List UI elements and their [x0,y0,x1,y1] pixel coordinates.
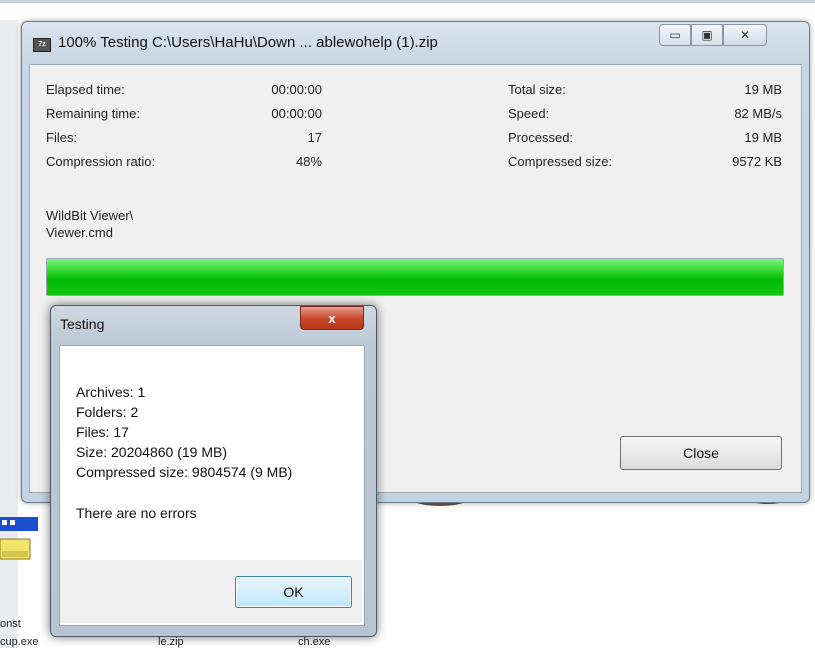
current-folder: WildBit Viewer\ [46,208,134,223]
dialog-title: Testing [60,316,105,332]
desktop-label: onst [0,618,21,630]
summary-compressed-size: Compressed size: 9804574 (9 MB) [76,464,293,480]
remaining-time-value: 00:00:00 [271,106,322,121]
compression-ratio-label: Compression ratio: [46,154,156,169]
progress-bar [46,258,784,296]
close-button[interactable]: Close [620,436,782,470]
window-title: 100% Testing C:\Users\HaHu\Down ... able… [58,34,438,51]
top-border [0,0,815,3]
desktop-label: ch.exe [298,636,331,648]
files-value: 17 [307,130,322,145]
compression-ratio-value: 48% [295,154,322,169]
total-size-label: Total size: [508,82,566,97]
minimize-icon: ▭ [669,28,681,42]
caption-buttons: ▭ ▣ ✕ [659,24,767,46]
elapsed-time-label: Elapsed time: [46,82,125,97]
processed-label: Processed: [508,130,574,145]
close-icon: x [328,310,336,326]
dialog-close-button[interactable]: x [300,306,364,330]
summary-files: Files: 17 [76,424,129,440]
minimize-button[interactable]: ▭ [659,24,691,46]
speed-value: 82 MB/s [734,106,782,121]
summary-folders: Folders: 2 [76,404,139,420]
close-icon: ✕ [739,28,751,42]
desktop-file-icon[interactable] [0,517,40,575]
result-message: There are no errors [76,505,197,521]
7zip-app-icon: 7z [33,38,51,52]
summary-archives: Archives: 1 [76,384,146,400]
window-close-button[interactable]: ✕ [723,24,767,46]
compressed-size-label: Compressed size: [508,154,613,169]
summary-size: Size: 20204860 (19 MB) [76,444,227,460]
maximize-button[interactable]: ▣ [691,24,723,46]
test-summary: Archives: 1 Folders: 2 Files: 17 Size: 2… [76,382,292,482]
compressed-size-value: 9572 KB [732,154,782,169]
speed-label: Speed: [508,106,550,121]
progress-bar-fill [47,259,783,295]
current-file-path: WildBit Viewer\ Viewer.cmd [46,207,133,241]
current-file: Viewer.cmd [46,225,113,240]
desktop-label: le.zip [158,636,184,648]
desktop-label: cup.exe [0,636,39,648]
remaining-time-label: Remaining time: [46,106,140,121]
total-size-value: 19 MB [744,82,782,97]
maximize-icon: ▣ [701,28,713,42]
elapsed-time-value: 00:00:00 [271,82,322,97]
ok-button[interactable]: OK [235,576,352,608]
files-label: Files: [46,130,78,145]
processed-value: 19 MB [744,130,782,145]
